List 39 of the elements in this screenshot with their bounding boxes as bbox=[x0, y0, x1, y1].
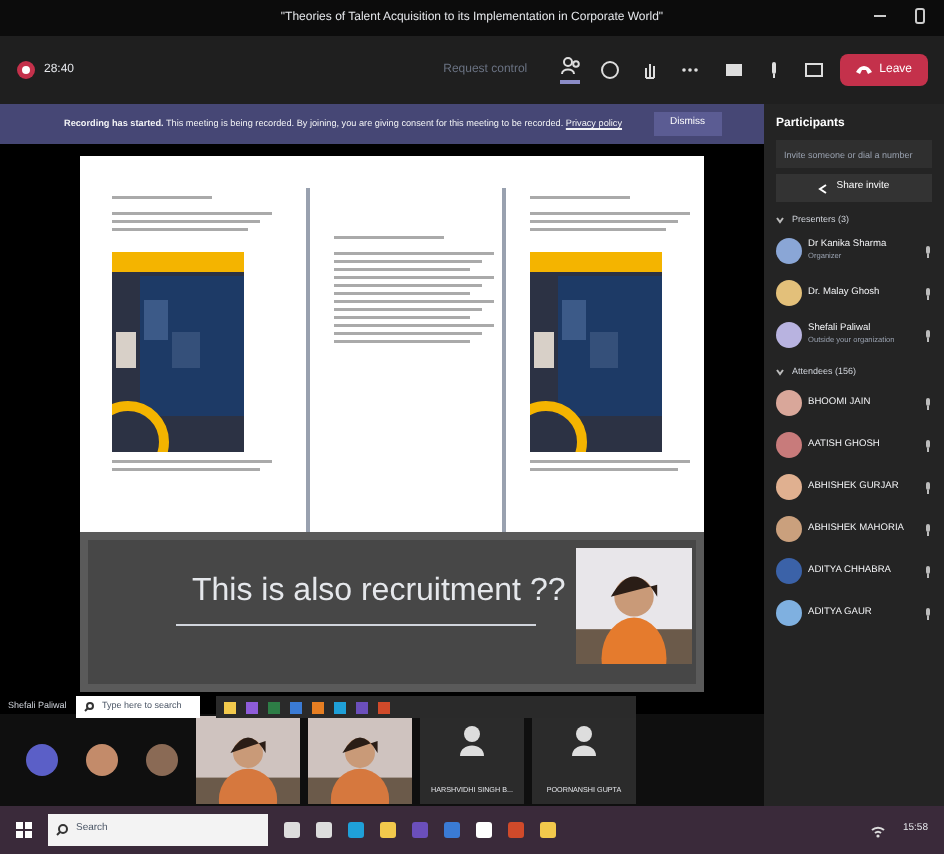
slide-title: This is also recruitment ?? bbox=[192, 576, 566, 608]
text-lines-drawing bbox=[112, 196, 212, 204]
microphone-icon bbox=[924, 523, 932, 535]
microphone-icon bbox=[924, 607, 932, 619]
search-icon bbox=[56, 824, 68, 836]
avatar-icon bbox=[776, 516, 802, 542]
avatar-icon bbox=[776, 322, 802, 349]
microphone-icon bbox=[924, 439, 932, 451]
people-icon bbox=[559, 56, 580, 76]
chevron-icon[interactable] bbox=[776, 216, 784, 225]
avatar-icon bbox=[776, 558, 802, 584]
avatar-icon bbox=[26, 744, 58, 776]
record-icon bbox=[16, 60, 36, 80]
windows-icon[interactable] bbox=[16, 822, 32, 838]
avatar-icon bbox=[776, 390, 802, 416]
search-icon bbox=[84, 702, 94, 712]
microphone-icon bbox=[924, 287, 932, 300]
wifi-icon[interactable] bbox=[870, 822, 887, 838]
avatar-icon bbox=[776, 474, 802, 500]
phone-icon[interactable] bbox=[912, 8, 928, 24]
avatar-icon bbox=[776, 432, 802, 458]
chevron-icon[interactable] bbox=[776, 368, 784, 377]
microphone-icon bbox=[924, 329, 932, 342]
microphone-icon bbox=[924, 245, 932, 258]
microphone-icon bbox=[924, 397, 932, 409]
participants-button[interactable] bbox=[559, 56, 580, 84]
text-lines-drawing bbox=[334, 236, 445, 244]
text-lines-drawing bbox=[529, 196, 630, 204]
avatar-icon bbox=[776, 238, 802, 265]
phone-icon bbox=[855, 64, 872, 76]
avatar-icon bbox=[776, 280, 802, 307]
microphone-icon bbox=[924, 481, 932, 493]
hand-icon[interactable] bbox=[639, 60, 660, 80]
microphone-icon bbox=[924, 565, 932, 577]
avatar-icon bbox=[776, 600, 802, 626]
avatar-icon bbox=[86, 744, 118, 776]
person-icon bbox=[460, 724, 484, 756]
avatar-icon bbox=[146, 744, 178, 776]
person-icon bbox=[572, 724, 596, 756]
